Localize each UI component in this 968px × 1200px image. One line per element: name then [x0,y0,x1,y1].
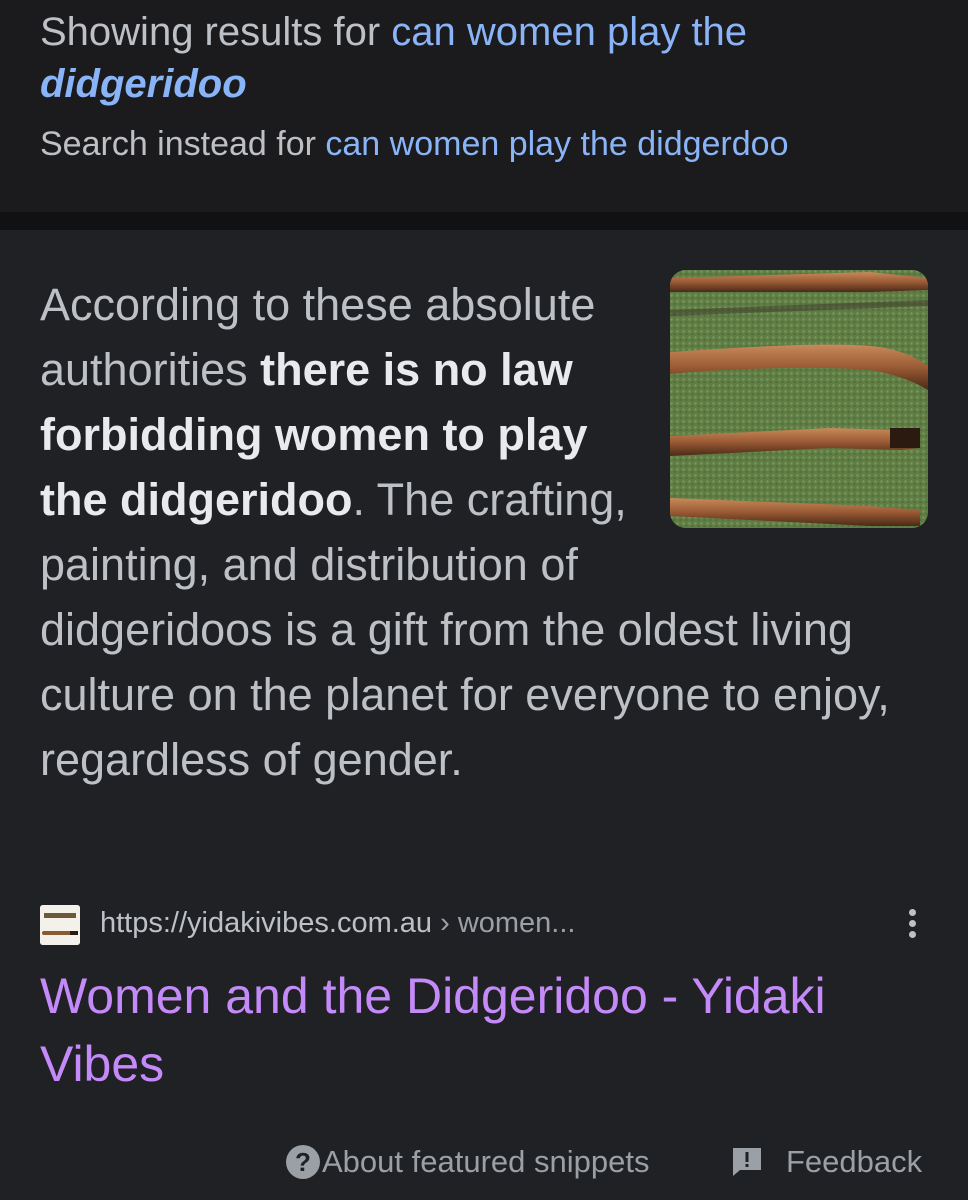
feedback-label: Feedback [786,1144,923,1179]
site-favicon[interactable] [40,905,80,945]
result-title-link[interactable]: Women and the Didgeridoo - Yidaki Vibes [40,962,940,1098]
feedback-icon [733,1148,761,1176]
corrected-word: didgeridoo [40,62,247,106]
yidaki-vibes-logo-icon [40,905,80,945]
showing-results-prefix: Showing results for [40,10,392,54]
snippet-image[interactable] [670,270,928,528]
search-results-page: Showing results for can women play the di… [0,0,968,1200]
menu-dot [908,920,916,927]
result-domain: https://yidakivibes.com.au [100,907,433,939]
search-instead-prefix: Search instead for [40,125,326,163]
menu-dot [908,931,916,938]
didgeridoo-image [670,270,928,528]
section-divider [0,212,968,230]
corrected-query-text: can women play the [391,10,748,54]
help-icon: ? [286,1145,320,1179]
result-url[interactable]: https://yidakivibes.com.au › women... [100,903,575,943]
more-options-icon[interactable] [900,905,924,945]
menu-dot [908,909,916,916]
about-label: About featured snippets [322,1144,650,1179]
about-featured-snippets-link[interactable]: ? About featured snippets [286,1140,649,1184]
result-path: › women... [432,907,576,939]
original-query-link[interactable]: can women play the didgerdoo [325,125,788,163]
feedback-link[interactable]: Feedback [730,1140,922,1184]
search-instead-line: Search instead for can women play the di… [40,122,788,166]
spelling-correction-panel: Showing results for can women play the di… [0,0,968,212]
showing-results-line: Showing results for can women play the di… [40,6,940,110]
